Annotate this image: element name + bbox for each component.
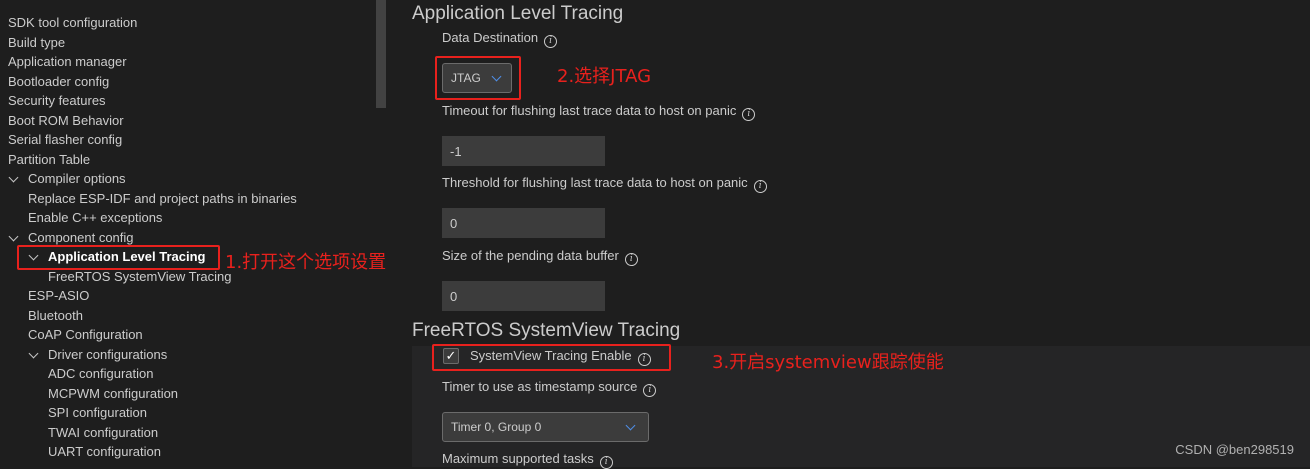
tree-item-label: Boot ROM Behavior xyxy=(8,113,124,128)
setting-label-pending-buffer: Size of the pending data buffer i xyxy=(442,248,638,266)
tree-item[interactable]: Partition Table xyxy=(8,150,90,169)
tree-item-label: Bluetooth xyxy=(28,308,83,323)
annotation-step-3: 3.开启systemview跟踪使能 xyxy=(712,352,944,373)
tree-item-label: Serial flasher config xyxy=(8,132,123,147)
tree-item[interactable]: ADC configuration xyxy=(48,364,154,383)
tree-item-label: Component config xyxy=(28,230,134,245)
tree-item-label: Bootloader config xyxy=(8,74,110,89)
tree-item-label: SDK tool configuration xyxy=(8,15,138,30)
setting-label-timeout: Timeout for flushing last trace data to … xyxy=(442,103,756,121)
tree-item-label: TWAI configuration xyxy=(48,425,159,440)
tree-item[interactable]: Serial flasher config xyxy=(8,130,122,149)
tree-item-label: Enable C++ exceptions xyxy=(28,210,163,225)
tree-item[interactable]: SPI configuration xyxy=(48,403,147,422)
tree-item-compiler-options[interactable]: Compiler options xyxy=(28,169,126,188)
chevron-down-icon xyxy=(625,420,636,431)
info-icon[interactable]: i xyxy=(742,108,756,121)
tree-item[interactable]: CoAP Configuration xyxy=(28,325,143,344)
pending-buffer-input[interactable] xyxy=(442,281,605,311)
chevron-down-icon[interactable] xyxy=(28,348,39,359)
tree-item[interactable]: Replace ESP-IDF and project paths in bin… xyxy=(28,189,297,208)
tree-item-label: Build type xyxy=(8,35,66,50)
setting-label-max-tasks: Maximum supported tasks i xyxy=(442,451,613,469)
tree-item[interactable]: TWAI configuration xyxy=(48,423,158,442)
timer-select[interactable]: Timer 0, Group 0 xyxy=(442,412,649,442)
section-title-app-tracing: Application Level Tracing xyxy=(412,3,624,24)
threshold-input[interactable] xyxy=(442,208,605,238)
tree-item-label: Driver configurations xyxy=(48,347,168,362)
tree-item[interactable]: Bootloader config xyxy=(8,72,109,91)
watermark: CSDN @ben298519 xyxy=(1175,442,1294,457)
annotation-box-1 xyxy=(17,245,220,270)
chevron-down-icon[interactable] xyxy=(8,172,19,183)
annotation-box-3 xyxy=(432,344,671,371)
tree-item[interactable]: Bluetooth xyxy=(28,306,83,325)
tree-item[interactable]: UART configuration xyxy=(48,442,161,461)
setting-label-data-destination: Data Destination i xyxy=(442,30,558,48)
section-title-sysview: FreeRTOS SystemView Tracing xyxy=(412,320,681,341)
setting-label-threshold: Threshold for flushing last trace data t… xyxy=(442,175,767,193)
settings-tree: SDK tool configuration Build type Applic… xyxy=(0,0,388,467)
tree-item-label: CoAP Configuration xyxy=(28,327,143,342)
tree-item-label: SPI configuration xyxy=(48,405,148,420)
tree-item[interactable]: Enable C++ exceptions xyxy=(28,208,162,227)
tree-item-label: FreeRTOS SystemView Tracing xyxy=(48,269,232,284)
info-icon[interactable]: i xyxy=(624,253,638,266)
annotation-step-2: 2.选择JTAG xyxy=(557,66,652,87)
tree-item-label: UART configuration xyxy=(48,444,161,459)
tree-item[interactable]: Build type xyxy=(8,33,65,52)
tree-item-label: ADC configuration xyxy=(48,366,154,381)
info-icon[interactable]: i xyxy=(753,180,767,193)
tree-item[interactable]: Security features xyxy=(8,91,106,110)
settings-panel: Application Level Tracing Data Destinati… xyxy=(388,0,1310,469)
tree-item[interactable]: Application manager xyxy=(8,52,127,71)
tree-scrollbar[interactable] xyxy=(376,0,386,108)
tree-item[interactable]: Boot ROM Behavior xyxy=(8,111,124,130)
tree-item[interactable]: ESP-ASIO xyxy=(28,286,89,305)
tree-item-label: Replace ESP-IDF and project paths in bin… xyxy=(28,191,297,206)
info-icon[interactable]: i xyxy=(544,35,558,48)
tree-item[interactable]: MCPWM configuration xyxy=(48,384,178,403)
tree-item-driver-configurations[interactable]: Driver configurations xyxy=(48,345,167,364)
tree-item-label: Partition Table xyxy=(8,152,91,167)
tree-item-label: ESP-ASIO xyxy=(28,288,90,303)
tree-item[interactable]: SDK tool configuration xyxy=(8,13,137,32)
tree-item-label: Application manager xyxy=(8,54,127,69)
tree-item-label: MCPWM configuration xyxy=(48,386,179,401)
info-icon[interactable]: i xyxy=(599,456,613,469)
timeout-input[interactable] xyxy=(442,136,605,166)
tree-item-label: Security features xyxy=(8,93,106,108)
tree-item-label: Compiler options xyxy=(28,171,126,186)
chevron-down-icon[interactable] xyxy=(8,231,19,242)
annotation-step-1: 1.打开这个选项设置 xyxy=(225,252,387,273)
setting-label-timer: Timer to use as timestamp source i xyxy=(442,379,657,397)
info-icon[interactable]: i xyxy=(643,384,657,397)
annotation-box-2 xyxy=(435,56,521,100)
